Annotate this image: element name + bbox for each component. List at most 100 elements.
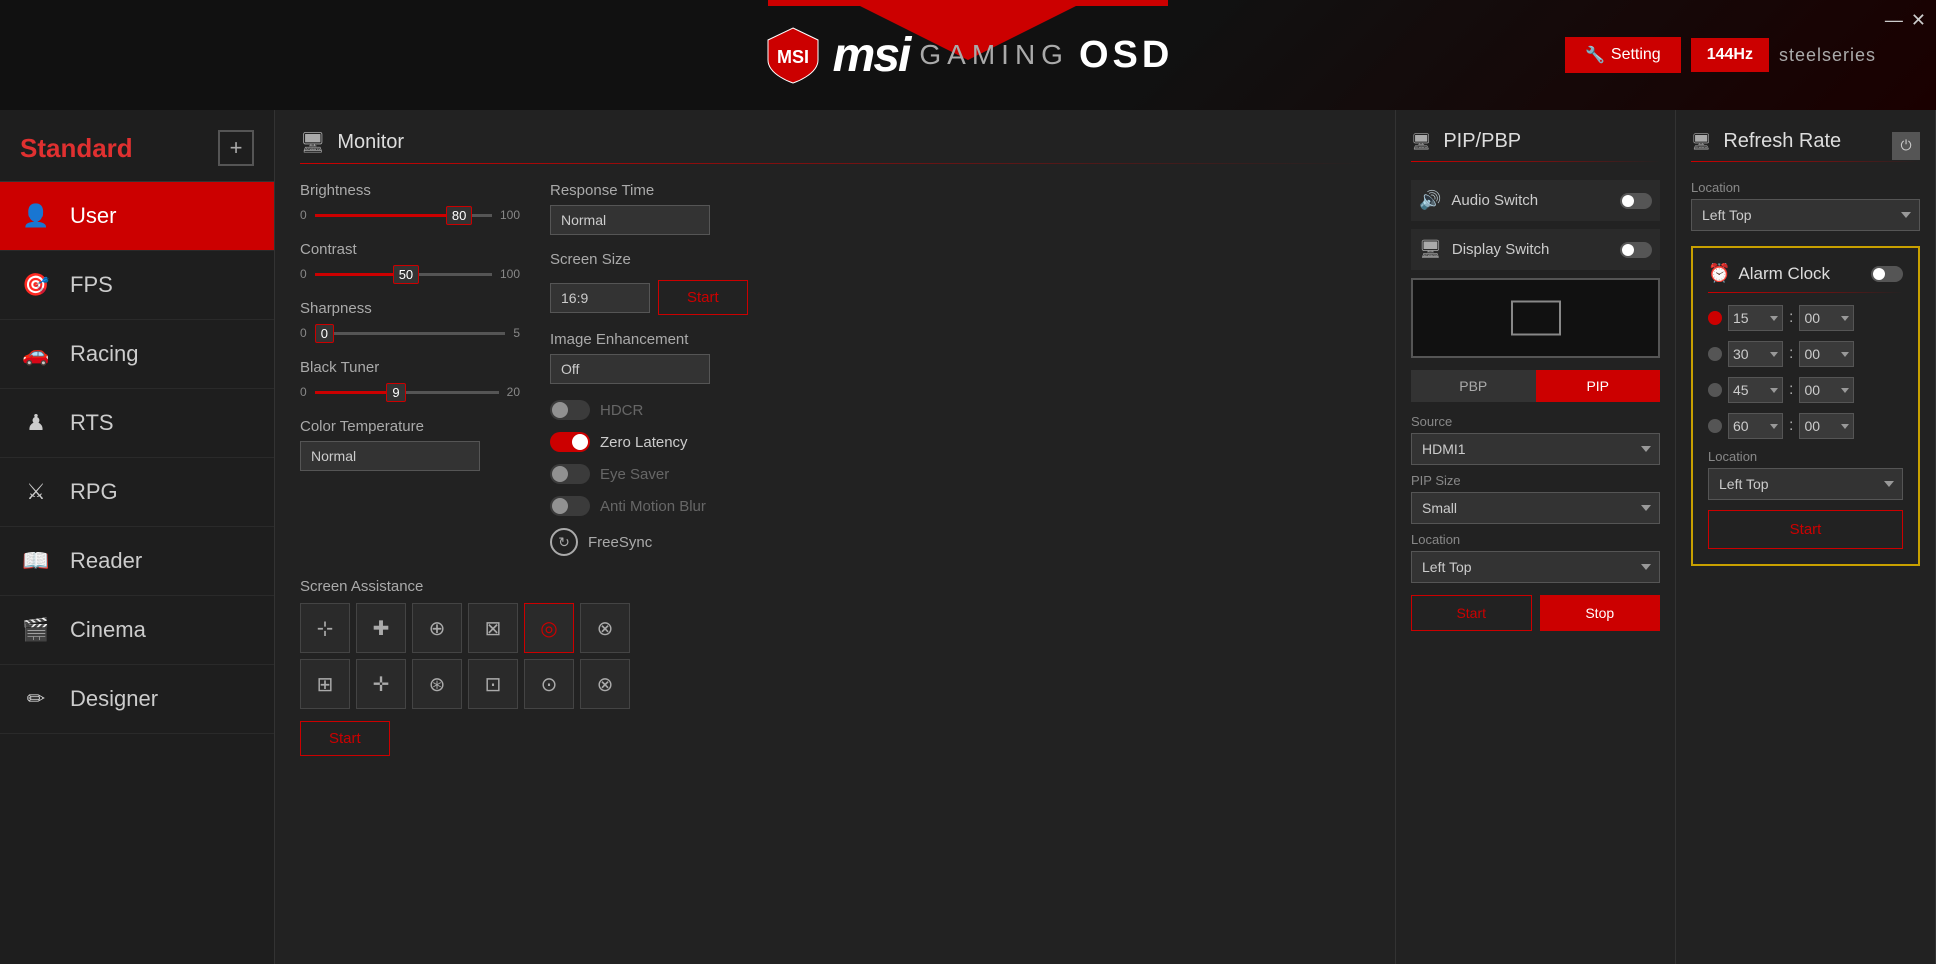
crosshair-btn-11[interactable]: ⊙ [524, 659, 574, 709]
pip-source-select[interactable]: HDMI1 HDMI2 DP [1411, 433, 1660, 465]
pip-size-select[interactable]: Small Medium Large [1411, 492, 1660, 524]
crosshair-grid: ⊹ ✚ ⊕ ⊠ ◎ ⊗ ⊞ ✛ ⊛ ⊡ ⊙ ⊗ [300, 603, 1370, 709]
pip-location-select[interactable]: Left Top Right Top Left Bottom Right Bot… [1411, 551, 1660, 583]
freesync-row: ↻ FreeSync [550, 528, 1370, 556]
sidebar-item-rpg[interactable]: ⚔ RPG [0, 458, 274, 527]
crosshair-btn-12[interactable]: ⊗ [580, 659, 630, 709]
black-tuner-slider-wrapper[interactable]: 9 [315, 382, 499, 402]
zero-latency-toggle[interactable] [550, 432, 590, 452]
alarm-radio-1[interactable] [1708, 311, 1722, 325]
refresh-location-label: Location [1691, 180, 1920, 195]
crosshair-btn-1[interactable]: ⊹ [300, 603, 350, 653]
alarm-location-select[interactable]: Left Top Right Top Left Bottom Right Bot… [1708, 468, 1903, 500]
sharpness-slider-wrapper[interactable]: 0 [315, 323, 506, 343]
audio-icon: 🔊 [1419, 190, 1441, 211]
alarm-clock-panel: ⏰ Alarm Clock 15 : 00 [1691, 246, 1920, 566]
crosshair-btn-6[interactable]: ⊗ [580, 603, 630, 653]
alarm-minutes-3[interactable]: 00 [1799, 377, 1854, 403]
sharpness-value: 0 [315, 324, 334, 343]
sidebar-item-racing[interactable]: 🚗 Racing [0, 320, 274, 389]
sidebar-item-reader[interactable]: 📖 Reader [0, 527, 274, 596]
pip-stop-button[interactable]: Stop [1540, 595, 1661, 631]
screen-size-row: Screen Size 16:9 4:3 1:1 Start [550, 251, 1370, 315]
monitor-section-title: Monitor [337, 131, 404, 154]
screen-size-select[interactable]: 16:9 4:3 1:1 [550, 283, 650, 313]
response-time-select[interactable]: Normal Fast Fastest [550, 205, 710, 235]
sidebar-item-cinema[interactable]: 🎬 Cinema [0, 596, 274, 665]
sharpness-control: Sharpness 0 0 5 [300, 300, 520, 343]
refresh-power-button[interactable]: ⏻ [1892, 132, 1920, 160]
refresh-location-select[interactable]: Left Top Right Top Left Bottom Right Bot… [1691, 199, 1920, 231]
screen-size-start-button[interactable]: Start [658, 280, 748, 315]
screen-assistance-start-button[interactable]: Start [300, 721, 390, 756]
alarm-divider [1708, 292, 1903, 293]
cinema-icon: 🎬 [20, 614, 52, 646]
sidebar-item-user[interactable]: 👤 User [0, 182, 274, 251]
alarm-clock-toggle[interactable] [1871, 266, 1903, 282]
pip-inner-preview [1511, 301, 1561, 336]
rts-icon: ♟ [20, 407, 52, 439]
display-switch-toggle[interactable] [1620, 242, 1652, 258]
sidebar-item-rts[interactable]: ♟ RTS [0, 389, 274, 458]
close-button[interactable]: ✕ [1911, 10, 1926, 31]
anti-motion-blur-toggle[interactable] [550, 496, 590, 516]
contrast-slider-wrapper[interactable]: 50 [315, 264, 492, 284]
minimize-button[interactable]: — [1885, 10, 1903, 31]
sidebar: Standard + 👤 User 🎯 FPS 🚗 Racing ♟ RTS ⚔… [0, 110, 275, 964]
add-profile-button[interactable]: + [218, 130, 254, 166]
crosshair-btn-10[interactable]: ⊡ [468, 659, 518, 709]
pip-icon: 🖥 [1411, 132, 1431, 152]
crosshair-btn-5[interactable]: ◎ [524, 603, 574, 653]
alarm-radio-4[interactable] [1708, 419, 1722, 433]
alarm-radio-2[interactable] [1708, 347, 1722, 361]
crosshair-btn-3[interactable]: ⊕ [412, 603, 462, 653]
color-temperature-select[interactable]: Normal Cool Warm Custom [300, 441, 480, 471]
alarm-minutes-2[interactable]: 00 [1799, 341, 1854, 367]
screen-size-label: Screen Size [550, 251, 748, 268]
crosshair-btn-2[interactable]: ✚ [356, 603, 406, 653]
alarm-hours-2[interactable]: 30 [1728, 341, 1783, 367]
alarm-hours-1[interactable]: 15 [1728, 305, 1783, 331]
sidebar-item-fps[interactable]: 🎯 FPS [0, 251, 274, 320]
hz-badge: 144Hz [1691, 38, 1769, 72]
pip-start-button[interactable]: Start [1411, 595, 1532, 631]
audio-switch-toggle[interactable] [1620, 193, 1652, 209]
pbp-tab[interactable]: PBP [1411, 370, 1536, 402]
main-container: Standard + 👤 User 🎯 FPS 🚗 Racing ♟ RTS ⚔… [0, 110, 1936, 964]
alarm-row-4: 60 : 00 [1708, 413, 1903, 439]
alarm-hours-3[interactable]: 45 [1728, 377, 1783, 403]
audio-switch-label: Audio Switch [1451, 192, 1610, 209]
pip-tab[interactable]: PIP [1536, 370, 1661, 402]
alarm-hours-4[interactable]: 60 [1728, 413, 1783, 439]
black-tuner-min: 0 [300, 385, 307, 399]
steelseries-logo: steelseries [1779, 45, 1876, 66]
brightness-slider-wrapper[interactable]: 80 [315, 205, 492, 225]
response-time-section: Response Time Normal Fast Fastest [550, 182, 1370, 235]
alarm-radio-3[interactable] [1708, 383, 1722, 397]
alarm-start-button[interactable]: Start [1708, 510, 1903, 549]
monitor-panel: 🖥 Monitor Brightness 0 [275, 110, 1396, 964]
pip-display-preview [1411, 278, 1660, 358]
alarm-minutes-4[interactable]: 00 [1799, 413, 1854, 439]
hdcr-toggle-row: HDCR [550, 400, 1370, 420]
pip-section-title: PIP/PBP [1443, 130, 1521, 153]
setting-button[interactable]: 🔧 Setting [1565, 37, 1681, 73]
screen-assistance-section: Screen Assistance ⊹ ✚ ⊕ ⊠ ◎ ⊗ ⊞ ✛ ⊛ ⊡ ⊙ … [300, 578, 1370, 756]
crosshair-btn-9[interactable]: ⊛ [412, 659, 462, 709]
hdcr-toggle[interactable] [550, 400, 590, 420]
brightness-max: 100 [500, 208, 520, 222]
pip-location-label: Location [1411, 532, 1660, 547]
alarm-minutes-1[interactable]: 00 [1799, 305, 1854, 331]
refresh-section-title: Refresh Rate [1723, 130, 1841, 153]
freesync-label: FreeSync [588, 534, 652, 551]
image-enhancement-select[interactable]: Off Low Medium High [550, 354, 710, 384]
eye-saver-toggle[interactable] [550, 464, 590, 484]
sidebar-item-designer[interactable]: ✏ Designer [0, 665, 274, 734]
contrast-control: Contrast 0 50 100 [300, 241, 520, 284]
brightness-slider-container: 0 80 100 [300, 205, 520, 225]
crosshair-btn-7[interactable]: ⊞ [300, 659, 350, 709]
image-enhancement-control: Image Enhancement Off Low Medium High [550, 331, 1370, 384]
crosshair-btn-4[interactable]: ⊠ [468, 603, 518, 653]
fps-icon: 🎯 [20, 269, 52, 301]
crosshair-btn-8[interactable]: ✛ [356, 659, 406, 709]
